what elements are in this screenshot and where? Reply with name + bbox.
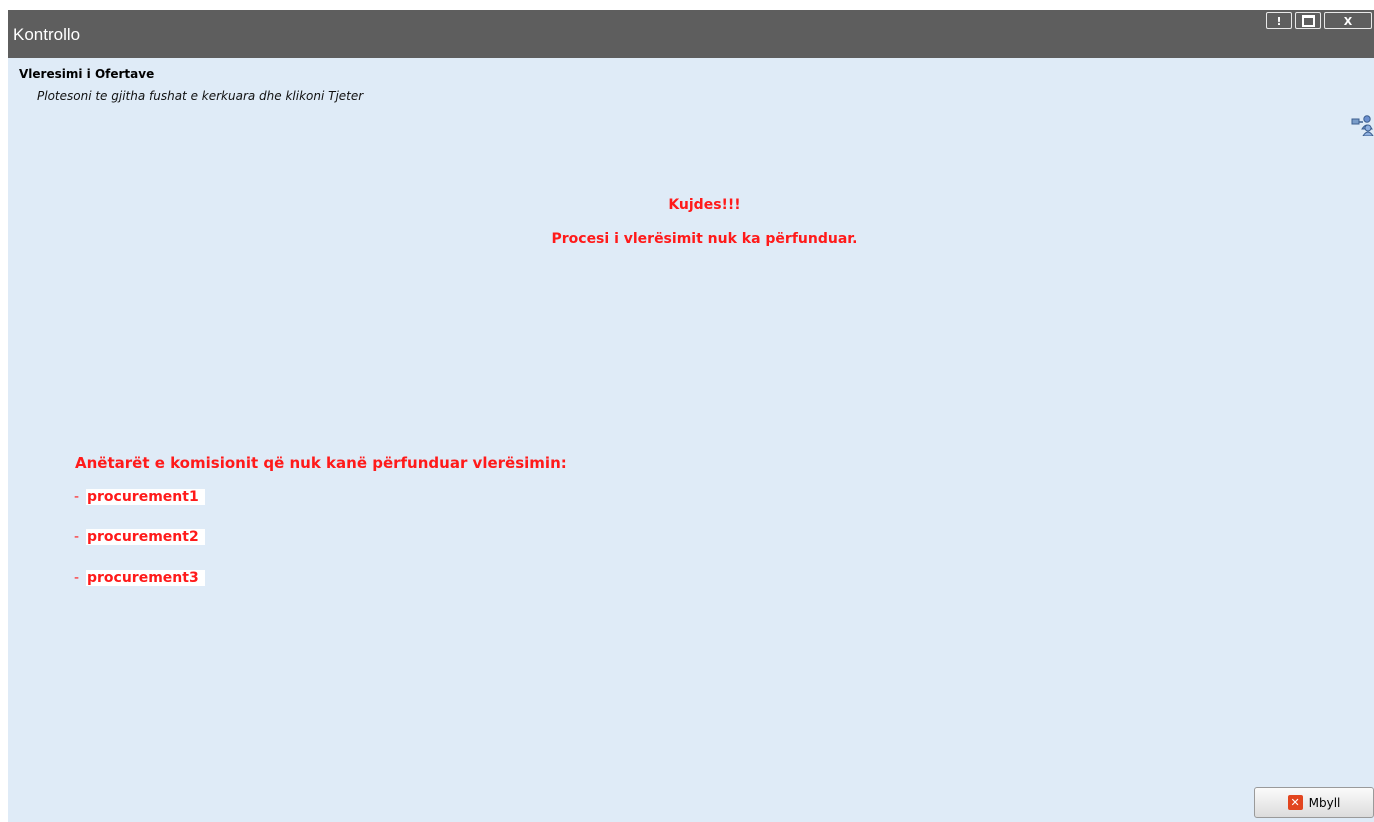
maximize-button[interactable]: [1295, 12, 1321, 29]
warning-title: Kujdes!!!: [668, 197, 741, 213]
close-icon: ✕: [1287, 795, 1303, 810]
page-instructions: Plotesoni te gjitha fushat e kerkuara dh…: [37, 89, 364, 103]
list-dash: -: [74, 570, 80, 586]
list-item: - procurement1: [74, 489, 205, 505]
page-heading: Vleresimi i Ofertave: [19, 67, 155, 81]
list-item: - procurement2: [74, 529, 205, 545]
member-name: procurement2: [86, 529, 205, 545]
list-dash: -: [74, 489, 80, 505]
alert-button[interactable]: !: [1266, 12, 1292, 29]
window-title: Kontrollo: [13, 25, 81, 44]
close-window-button[interactable]: X: [1324, 12, 1372, 29]
title-bar: Kontrollo ! X: [8, 10, 1374, 58]
network-users-icon[interactable]: [1351, 114, 1374, 136]
close-button[interactable]: ✕ Mbyll: [1254, 787, 1374, 818]
list-dash: -: [74, 529, 80, 545]
dialog-window: Kontrollo ! X Vleresimi i Ofertave Plote…: [8, 10, 1374, 822]
pending-members-title: Anëtarët e komisionit që nuk kanë përfun…: [75, 454, 567, 472]
warning-message: Procesi i vlerësimit nuk ka përfunduar.: [551, 231, 858, 247]
list-item: - procurement3: [74, 570, 205, 586]
member-name: procurement3: [86, 570, 205, 586]
close-button-label: Mbyll: [1308, 795, 1341, 810]
member-name: procurement1: [86, 489, 205, 505]
maximize-icon: [1301, 14, 1315, 27]
